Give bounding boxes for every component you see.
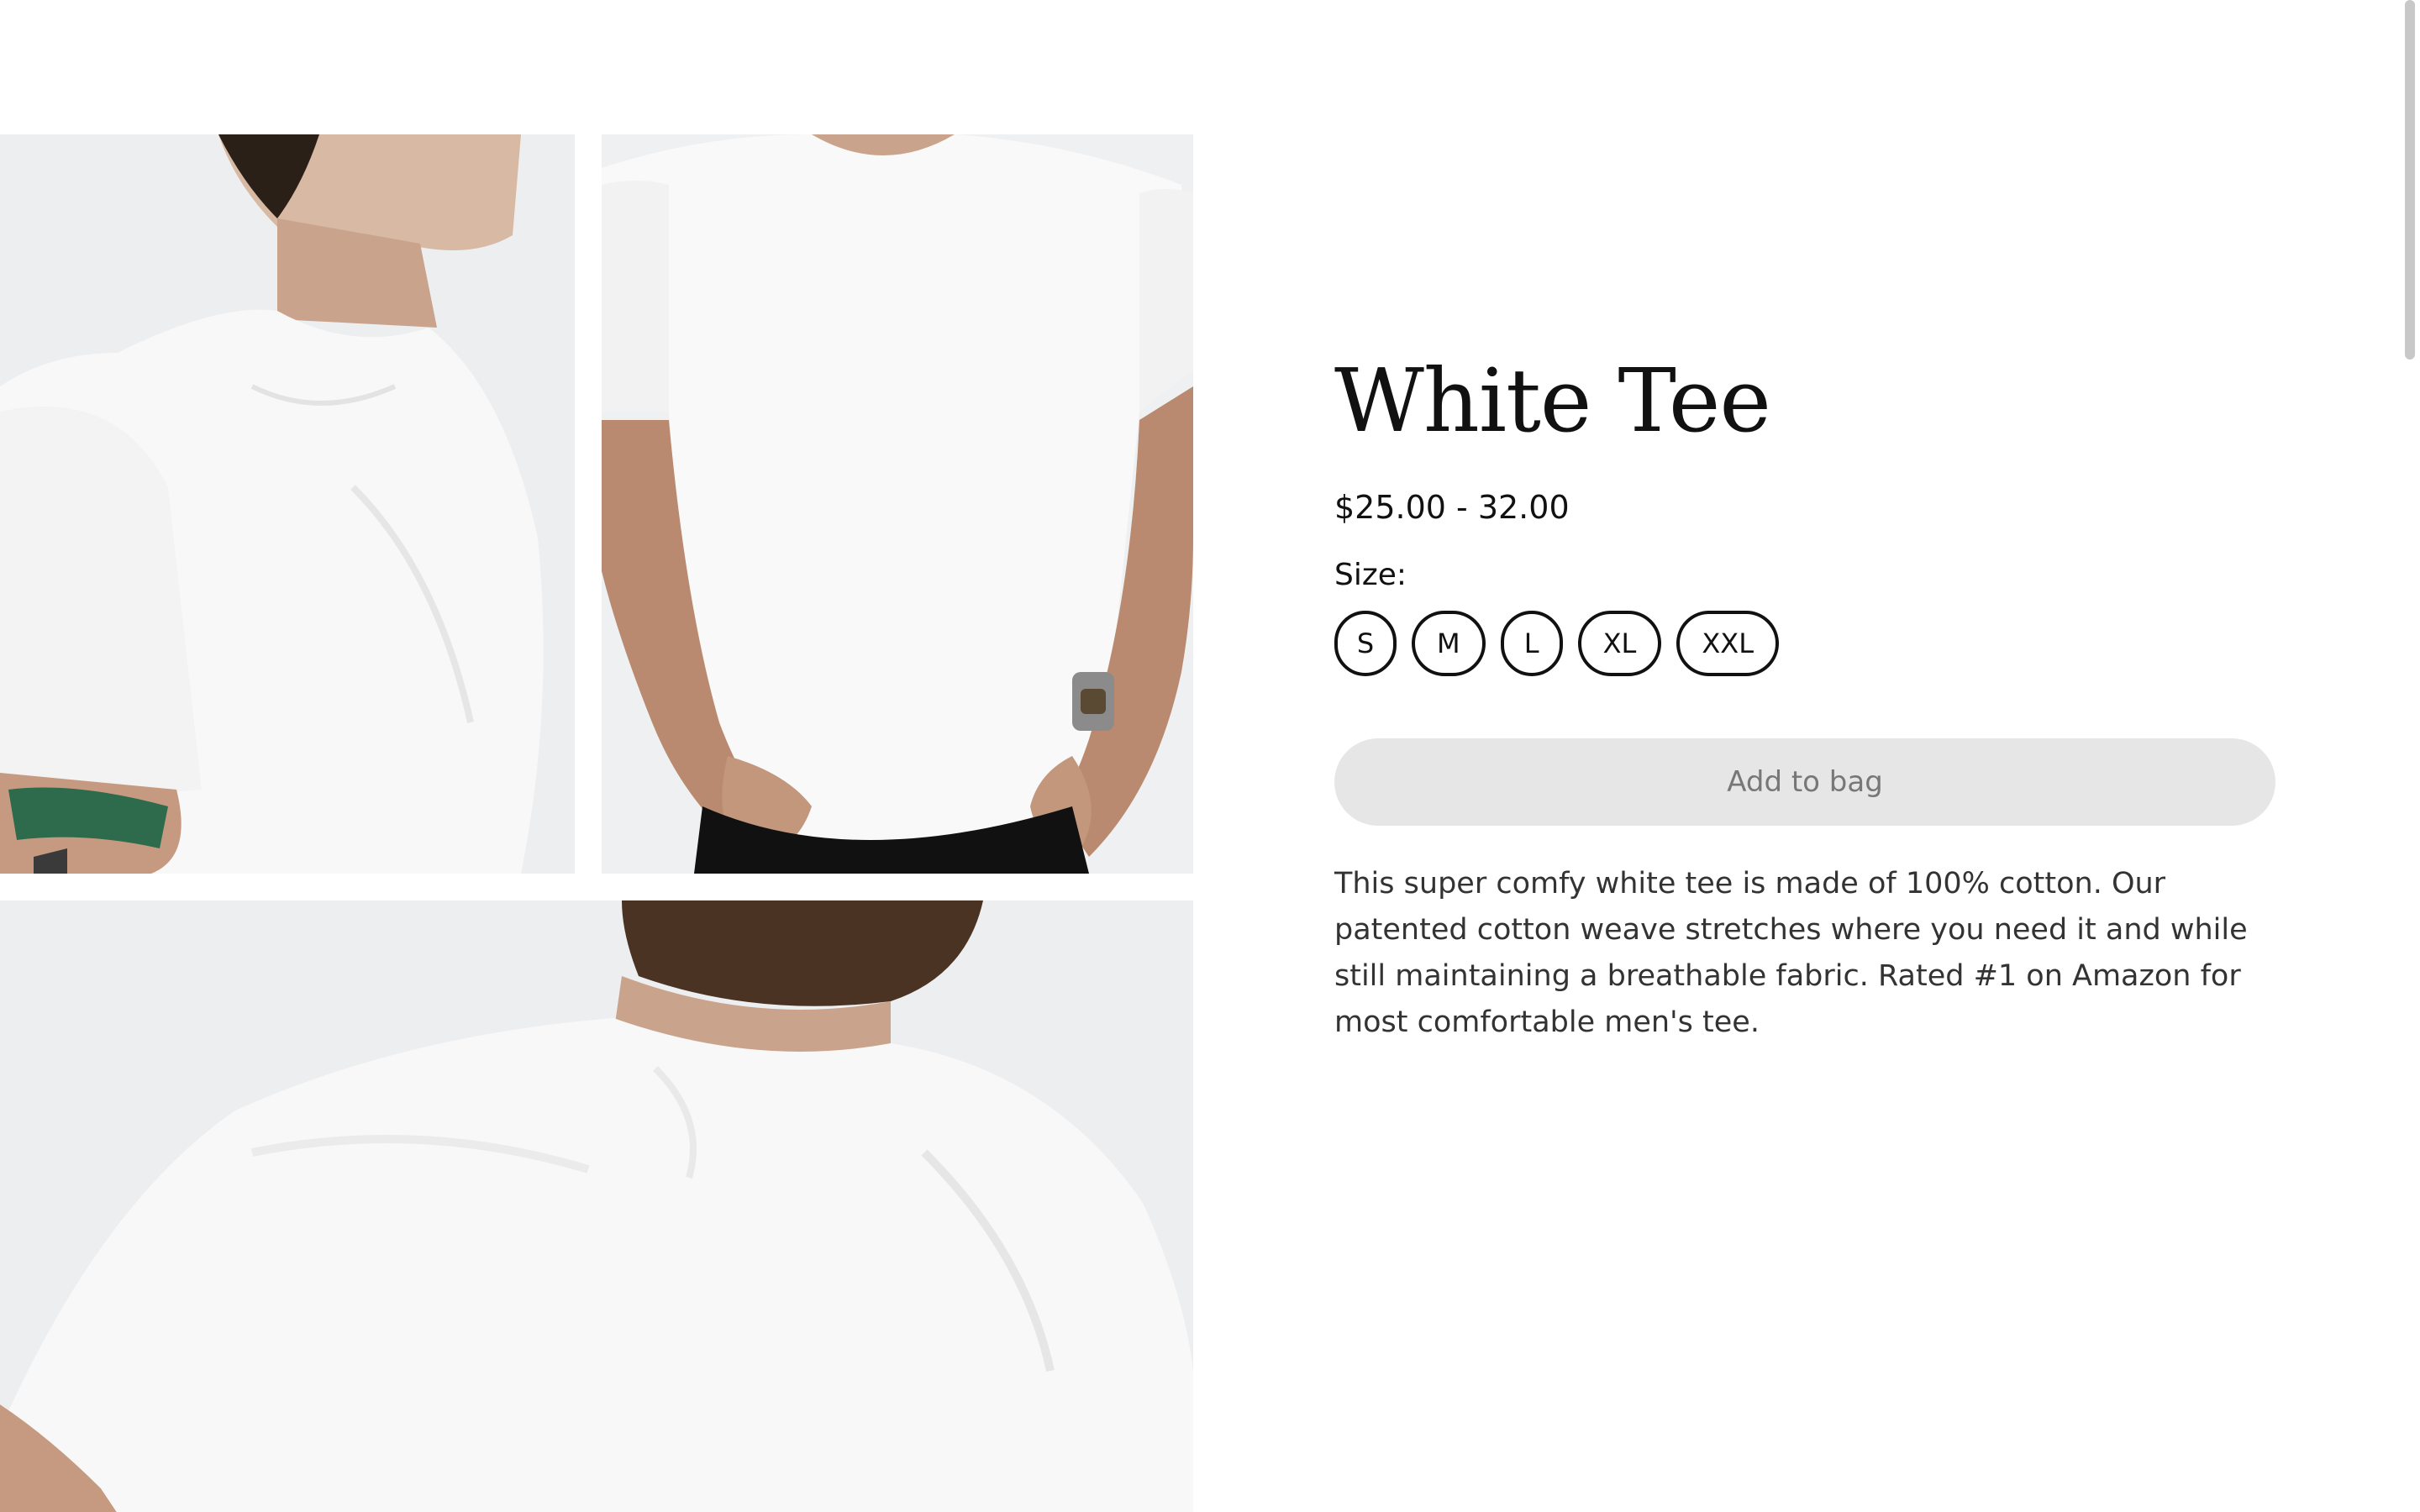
- page-scrollbar-thumb[interactable]: [2405, 0, 2415, 360]
- product-description: This super comfy white tee is made of 10…: [1334, 867, 2248, 1040]
- product-title: White Tee: [1334, 349, 1771, 452]
- size-option-s[interactable]: S: [1334, 611, 1397, 677]
- product-photo-side[interactable]: [0, 134, 575, 874]
- product-photo-back[interactable]: [0, 900, 1193, 1512]
- size-selector: S M L XL XXL: [1334, 611, 2275, 677]
- add-to-bag-button[interactable]: Add to bag: [1334, 738, 2275, 827]
- product-details: White Tee $25.00 - 32.00 Size: S M L XL …: [1334, 353, 2275, 1046]
- product-gallery: [0, 134, 1193, 1512]
- size-option-m[interactable]: M: [1412, 611, 1486, 677]
- product-photo-front-image: [602, 134, 1193, 874]
- product-photo-side-image: [0, 134, 575, 874]
- size-option-xxl[interactable]: XXL: [1676, 611, 1780, 677]
- product-photo-front[interactable]: [602, 134, 1193, 874]
- product-photo-back-image: [0, 900, 1193, 1512]
- size-label: Size:: [1334, 558, 1407, 593]
- size-option-xl[interactable]: XL: [1577, 611, 1662, 677]
- page-scrollbar[interactable]: [2402, 0, 2420, 1512]
- product-price: $25.00 - 32.00: [1334, 489, 1570, 527]
- size-option-l[interactable]: L: [1500, 611, 1563, 677]
